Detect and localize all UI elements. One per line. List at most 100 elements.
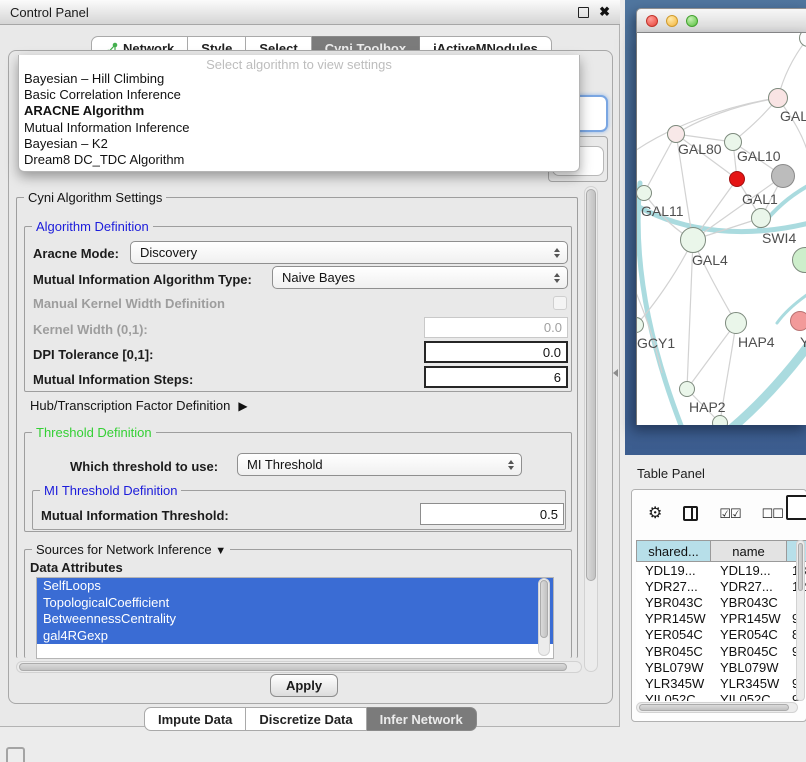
aracne-mode-label: Aracne Mode: [33,246,119,261]
network-node-label-gal11: GAL11 [641,203,684,219]
network-window-titlebar[interactable] [636,8,806,33]
algorithm-option[interactable]: Dream8 DC_TDC Algorithm [19,152,579,168]
tab-discretize-data[interactable]: Discretize Data [246,707,366,731]
data-attributes-list[interactable]: SelfLoopsTopologicalCoefficientBetweenne… [36,577,554,659]
tab-impute-data[interactable]: Impute Data [144,707,246,731]
network-node-gal4[interactable] [680,227,706,253]
manual-kernel-checkbox[interactable] [553,296,567,310]
network-node-bottom[interactable] [712,415,728,425]
control-panel-titlebar: Control Panel ✖ [0,0,620,25]
table-row[interactable]: YIL052CYIL052C9 [636,692,806,702]
table-body[interactable]: YDL19...YDL19...13YDR27...YDR27...12YBR0… [636,562,806,701]
table-cell: YPR145W [636,611,711,626]
table-cell: YDL19... [636,563,711,578]
zoom-traffic-light-icon[interactable] [686,15,698,27]
table-cell: YER054C [711,627,787,642]
data-attribute-item[interactable]: gal4RGexp [37,628,553,645]
algorithm-option[interactable]: Basic Correlation Inference [19,87,579,103]
aracne-mode-combobox[interactable]: Discovery [130,241,568,264]
close-traffic-light-icon[interactable] [646,15,658,27]
algorithm-option[interactable]: Bayesian – K2 [19,136,579,152]
which-threshold-combobox[interactable]: MI Threshold [237,453,522,476]
network-node-gal1[interactable] [751,208,771,228]
dock-panel-icon[interactable] [6,747,25,762]
apply-button[interactable]: Apply [270,674,338,697]
spinner-arrows-icon [554,248,560,258]
network-node-gal7[interactable] [768,88,788,108]
table-horizontal-scrollbar[interactable] [636,702,798,713]
network-node-label-gcy1: GCY1 [637,335,675,351]
data-attribute-item[interactable]: BetweennessCentrality [37,611,553,628]
algorithm-option[interactable]: ARACNE Algorithm [19,103,579,119]
algorithm-option[interactable]: Bayesian – Hill Climbing [19,71,579,87]
network-node-label-gal4: GAL4 [692,252,728,268]
dpi-tolerance-input[interactable]: 0.0 [424,341,568,363]
column-header-name[interactable]: name [711,540,787,562]
minimize-traffic-light-icon[interactable] [666,15,678,27]
unselect-all-columns-icon[interactable]: ☐☐ [762,506,783,522]
tab-infer-network[interactable]: Infer Network [367,707,477,731]
network-node-label-y-node: Y [800,334,806,350]
table-row[interactable]: YPR145WYPR145W9. [636,611,806,627]
settings-vertical-scrollbar[interactable] [584,186,598,672]
network-view[interactable]: GALGAL80GAL10GAL1GAL11SWI4GAL4GCY1HAP4YH… [636,33,806,425]
expand-right-icon: ▶ [238,399,247,413]
sources-title[interactable]: Sources for Network Inference ▼ [32,542,230,557]
data-attribute-item[interactable]: TopologicalCoefficient [37,595,553,612]
mi-threshold-label: Mutual Information Threshold: [41,508,229,523]
mi-algorithm-type-label: Mutual Information Algorithm Type: [33,272,252,287]
algorithm-option[interactable]: Mutual Information Inference [19,120,579,136]
table-row[interactable]: YDL19...YDL19...13 [636,562,806,578]
network-node-label-gal80: GAL80 [678,141,722,157]
table-row[interactable]: YBR043CYBR043C [636,594,806,610]
data-attributes-label: Data Attributes [30,560,123,575]
mi-threshold-input[interactable]: 0.5 [420,503,564,525]
select-all-columns-icon[interactable]: ☑☑ [719,506,740,522]
table-row[interactable]: YLR345WYLR345W9. [636,675,806,691]
float-window-icon[interactable] [578,7,589,18]
column-header-shared...[interactable]: shared... [636,540,711,562]
hub-definition-toggle[interactable]: Hub/Transcription Factor Definition ▶ [30,398,248,413]
data-attribute-item[interactable]: SelfLoops [37,578,553,595]
cyni-bottom-tabs: Impute Data Discretize Data Infer Networ… [144,707,477,731]
table-row[interactable]: YDR27...YDR27...12 [636,578,806,594]
kernel-width-input: 0.0 [424,317,568,338]
table-cell: YBL079W [711,660,787,675]
manual-kernel-label: Manual Kernel Width Definition [33,296,225,311]
network-node-gray-node[interactable] [771,164,795,188]
table-cell: YBR045C [636,644,711,659]
network-node-swi4[interactable] [792,247,806,273]
table-row[interactable]: YBR045CYBR045C9. [636,643,806,659]
network-node-y-node[interactable] [790,311,806,331]
algorithm-definition-title: Algorithm Definition [32,219,153,234]
mi-steps-label: Mutual Information Steps: [33,372,193,387]
dpi-tolerance-label: DPI Tolerance [0,1]: [33,347,153,362]
table-cell: YBR043C [636,595,711,610]
settings-horizontal-scrollbar[interactable] [16,661,582,673]
gear-icon[interactable]: ⚙ [648,506,662,522]
splitter-collapse-arrow[interactable] [613,369,618,377]
network-node-gal11[interactable] [636,185,652,201]
mi-steps-input[interactable]: 6 [424,366,568,388]
table-cell: YLR345W [711,676,787,691]
mi-algorithm-type-combobox[interactable]: Naive Bayes [272,266,568,289]
table-cell: YIL052C [711,692,787,701]
network-node-red-node[interactable] [729,171,745,187]
screenshot-root: Control Panel ✖ Network Style Select Cyn… [0,0,806,762]
algorithm-dropdown-prompt: Select algorithm to view settings [19,55,579,71]
close-icon[interactable]: ✖ [599,7,610,17]
network-node-top-right[interactable] [799,33,806,47]
new-column-icon[interactable] [786,495,806,520]
network-node-hap2[interactable] [679,381,695,397]
network-node-gcy1[interactable] [636,317,644,333]
network-node-hap4[interactable] [725,312,747,334]
table-row[interactable]: YBL079WYBL079W [636,659,806,675]
table-row[interactable]: YER054CYER054C8. [636,627,806,643]
control-panel-title: Control Panel [10,5,89,20]
table-vertical-scrollbar[interactable] [796,540,805,701]
split-columns-icon[interactable] [683,506,698,521]
attributes-scrollbar[interactable] [538,578,550,656]
table-cell: YBL079W [636,660,711,675]
spinner-arrows-icon [554,273,560,283]
kernel-width-label: Kernel Width (0,1): [33,322,148,337]
